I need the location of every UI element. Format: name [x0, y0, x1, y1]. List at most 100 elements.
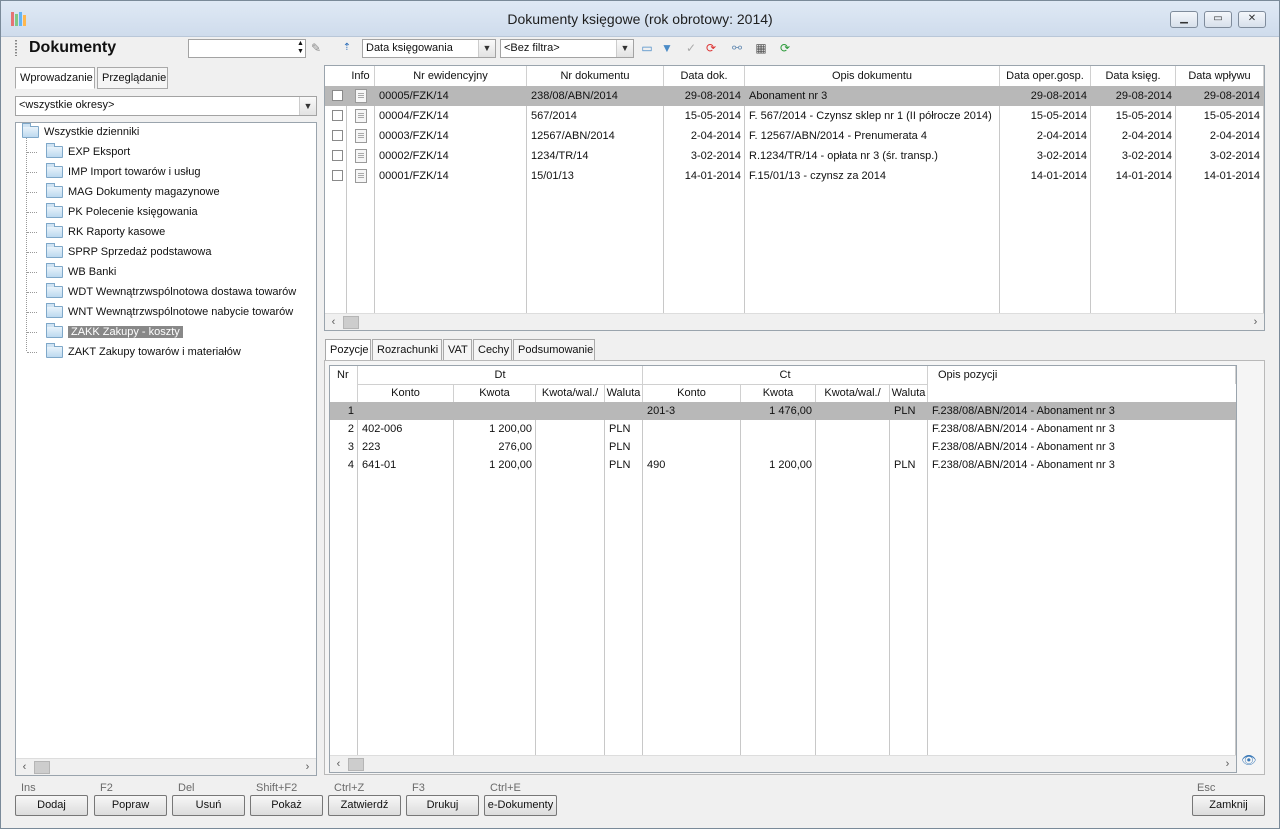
document-info-icon[interactable] — [355, 109, 367, 123]
scroll-right-arrow-icon[interactable]: › — [1247, 314, 1264, 330]
action-button-drukuj[interactable]: Drukuj — [406, 795, 479, 816]
filter-select[interactable]: <Bez filtra> ▼ — [500, 39, 634, 58]
scroll-left-arrow-icon[interactable]: ‹ — [16, 759, 33, 776]
positions-column-header[interactable]: Kwota/wal./ — [536, 384, 605, 402]
scroll-thumb[interactable] — [348, 758, 364, 771]
tree-item[interactable]: PK Polecenie księgowania — [46, 203, 198, 221]
action-button-usuń[interactable]: Usuń — [172, 795, 245, 816]
refresh-green-icon[interactable]: ⟳ — [777, 40, 793, 56]
tab-podsumowanie[interactable]: Podsumowanie — [513, 339, 595, 361]
positions-group-header[interactable]: Nr — [330, 366, 358, 402]
document-row[interactable]: 00004/FZK/14 567/2014 15-05-2014 F. 567/201… — [325, 106, 1264, 126]
row-checkbox[interactable] — [332, 130, 343, 141]
tab-pozycje[interactable]: Pozycje — [325, 339, 371, 361]
documents-column-header[interactable]: Opis dokumentu — [745, 66, 1000, 86]
tab-przegladanie[interactable]: Przeglądanie — [97, 67, 168, 89]
tree-item[interactable]: IMP Import towarów i usług — [46, 163, 200, 181]
close-button[interactable]: Zamknij — [1192, 795, 1265, 816]
document-info-icon[interactable] — [355, 169, 367, 183]
row-checkbox[interactable] — [332, 170, 343, 181]
scroll-left-arrow-icon[interactable]: ‹ — [330, 756, 347, 772]
tree-item[interactable]: SPRP Sprzedaż podstawowa — [46, 243, 212, 261]
position-row[interactable]: 4 641-01 1 200,00 PLN 490 1 200,00 PLN F.238/08… — [330, 456, 1236, 474]
row-checkbox[interactable] — [332, 90, 343, 101]
documents-column-header[interactable]: Nr ewidencyjny — [375, 66, 527, 86]
positions-column-header[interactable]: Waluta — [890, 384, 928, 402]
folder-icon[interactable]: ▭ — [639, 40, 655, 56]
positions-column-header[interactable]: Kwota — [741, 384, 816, 402]
tree-item[interactable]: WNT Wewnątrzwspólnotowe nabycie towarów — [46, 303, 293, 321]
scroll-thumb[interactable] — [343, 316, 359, 329]
title-bar[interactable]: Dokumenty księgowe (rok obrotowy: 2014) … — [1, 1, 1279, 37]
action-button-e-dokumenty[interactable]: e-Dokumenty — [484, 795, 557, 816]
tab-rozrachunki[interactable]: Rozrachunki — [372, 339, 442, 361]
positions-column-header[interactable]: Waluta — [605, 384, 643, 402]
row-checkbox[interactable] — [332, 150, 343, 161]
documents-column-header[interactable]: Nr dokumentu — [527, 66, 664, 86]
sort-field-select[interactable]: Data księgowania ▼ — [362, 39, 496, 58]
minimize-button[interactable]: ▁ — [1170, 11, 1198, 28]
refresh-red-icon[interactable]: ⟳ — [703, 40, 719, 56]
position-row[interactable]: 1 201-3 1 476,00 PLN F.238/08/ABN/2014 - Abo… — [330, 402, 1236, 420]
tree-item[interactable]: ZAKT Zakupy towarów i materiałów — [46, 343, 241, 361]
positions-column-header[interactable]: Konto — [358, 384, 454, 402]
documents-column-header[interactable]: Data dok. — [664, 66, 745, 86]
chevron-down-icon[interactable]: ▼ — [299, 97, 316, 115]
tree-item[interactable]: WB Banki — [46, 263, 116, 281]
action-button-zatwierdź[interactable]: Zatwierdź — [328, 795, 401, 816]
check-icon[interactable]: ✓ — [683, 40, 699, 56]
documents-hscrollbar[interactable]: ‹ › — [325, 313, 1264, 330]
scroll-right-arrow-icon[interactable]: › — [299, 759, 316, 776]
action-button-popraw[interactable]: Popraw — [94, 795, 167, 816]
period-select[interactable]: <wszystkie okresy> ▼ — [15, 96, 317, 116]
table-icon[interactable]: ▦ — [753, 40, 769, 56]
tree-root[interactable]: Wszystkie dzienniki — [22, 123, 139, 141]
chevron-down-icon[interactable]: ▼ — [616, 40, 633, 57]
tree-hscrollbar[interactable]: ‹ › — [16, 758, 316, 775]
close-window-button[interactable]: ✕ — [1238, 11, 1266, 28]
document-row[interactable]: 00003/FZK/14 12567/ABN/2014 2-04-2014 F. 12… — [325, 126, 1264, 146]
positions-group-header[interactable]: Dt — [358, 366, 643, 384]
documents-column-header[interactable]: Data oper.gosp. — [1000, 66, 1091, 86]
scroll-left-arrow-icon[interactable]: ‹ — [325, 314, 342, 330]
documents-column-header[interactable]: Data księg. — [1091, 66, 1176, 86]
search-input[interactable] — [188, 39, 306, 58]
tree-item[interactable]: ZAKK Zakupy - koszty — [46, 323, 183, 341]
document-info-icon[interactable] — [355, 149, 367, 163]
tree-item[interactable]: MAG Dokumenty magazynowe — [46, 183, 220, 201]
document-row[interactable]: 00002/FZK/14 1234/TR/14 3-02-2014 R.1234/TR… — [325, 146, 1264, 166]
tab-vat[interactable]: VAT — [443, 339, 472, 361]
pencil-icon[interactable]: ✎ — [308, 40, 324, 56]
link-icon[interactable]: ⚯ — [729, 40, 745, 56]
eye-icon[interactable]: 👁 — [1241, 753, 1257, 769]
scroll-right-arrow-icon[interactable]: › — [1219, 756, 1236, 772]
positions-column-header[interactable]: Kwota — [454, 384, 536, 402]
positions-column-header[interactable]: Kwota/wal./ — [816, 384, 890, 402]
tree-item[interactable]: EXP Eksport — [46, 143, 130, 161]
toolbar-grip[interactable] — [15, 40, 17, 56]
position-row[interactable]: 2 402-006 1 200,00 PLN F.238/08/ABN/2014 - A… — [330, 420, 1236, 438]
tree-item[interactable]: RK Raporty kasowe — [46, 223, 165, 241]
scroll-thumb[interactable] — [34, 761, 50, 774]
action-button-pokaż[interactable]: Pokaż — [250, 795, 323, 816]
chevron-down-icon[interactable]: ▼ — [478, 40, 495, 57]
funnel-icon[interactable]: ▼ — [659, 40, 675, 56]
document-info-icon[interactable] — [355, 89, 367, 103]
tab-cechy[interactable]: Cechy — [473, 339, 512, 361]
sort-icon[interactable]: ⇡ — [339, 40, 355, 56]
spin-buttons[interactable]: ▲ ▼ — [296, 40, 305, 57]
action-button-dodaj[interactable]: Dodaj — [15, 795, 88, 816]
document-info-icon[interactable] — [355, 129, 367, 143]
row-checkbox[interactable] — [332, 110, 343, 121]
maximize-button[interactable]: ▭ — [1204, 11, 1232, 28]
tab-wprowadzanie[interactable]: Wprowadzanie — [15, 67, 95, 89]
position-row[interactable]: 3 223 276,00 PLN F.238/08/ABN/2014 - Aboname… — [330, 438, 1236, 456]
positions-column-header[interactable]: Konto — [643, 384, 741, 402]
positions-hscrollbar[interactable]: ‹ › — [330, 755, 1236, 772]
tree-item[interactable]: WDT Wewnątrzwspólnotowa dostawa towarów — [46, 283, 296, 301]
documents-column-header[interactable]: Info — [347, 66, 375, 86]
positions-group-header[interactable]: Ct — [643, 366, 928, 384]
positions-group-header[interactable]: Opis pozycji — [928, 366, 1236, 384]
documents-column-header[interactable]: Data wpływu — [1176, 66, 1264, 86]
document-row[interactable]: 00005/FZK/14 238/08/ABN/2014 29-08-2014 Abo… — [325, 86, 1264, 106]
